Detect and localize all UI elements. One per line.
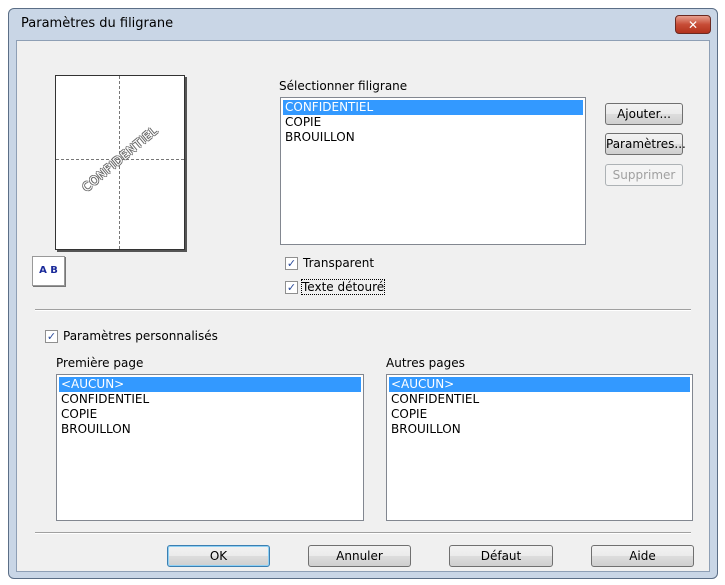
check-icon: ✓ [46, 330, 57, 343]
list-item[interactable]: CONFIDENTIEL [59, 392, 361, 407]
watermark-listbox[interactable]: CONFIDENTIEL COPIE BROUILLON [280, 97, 586, 245]
list-item[interactable]: COPIE [389, 407, 690, 422]
other-pages-listbox[interactable]: <AUCUN> CONFIDENTIEL COPIE BROUILLON [386, 374, 693, 521]
select-watermark-label: Sélectionner filigrane [279, 79, 408, 93]
separator-bottom [35, 532, 691, 534]
list-item[interactable]: <AUCUN> [389, 377, 690, 392]
list-item[interactable]: COPIE [59, 407, 361, 422]
close-icon: ✕ [687, 18, 699, 32]
watermark-preview: CONFIDENTIEL [55, 75, 185, 250]
dialog-title: Paramètres du filigrane [21, 16, 174, 31]
ab-text-icon: A B [32, 256, 65, 286]
first-page-listbox[interactable]: <AUCUN> CONFIDENTIEL COPIE BROUILLON [56, 374, 364, 521]
list-item[interactable]: CONFIDENTIEL [283, 100, 583, 115]
outline-text-checkbox[interactable]: ✓ [285, 281, 298, 294]
check-icon: ✓ [286, 257, 297, 270]
close-button[interactable]: ✕ [675, 15, 711, 34]
custom-settings-label: Paramètres personnalisés [63, 329, 218, 343]
dialog-window: Paramètres du filigrane ✕ CONFIDENTIEL A… [8, 8, 718, 579]
settings-button[interactable]: Paramètres... [605, 133, 686, 155]
transparent-label: Transparent [303, 256, 375, 270]
dialog-client-area: CONFIDENTIEL A B Sélectionner filigrane … [16, 40, 710, 572]
transparent-checkbox[interactable]: ✓ [285, 257, 298, 270]
first-page-label: Première page [56, 356, 144, 370]
list-item[interactable]: BROUILLON [59, 422, 361, 437]
list-item[interactable]: <AUCUN> [59, 377, 361, 392]
list-item[interactable]: BROUILLON [283, 130, 583, 145]
delete-button[interactable]: Supprimer [605, 164, 683, 186]
list-item[interactable]: COPIE [283, 115, 583, 130]
list-item[interactable]: CONFIDENTIEL [389, 392, 690, 407]
add-button[interactable]: Ajouter... [605, 103, 683, 125]
title-bar: Paramètres du filigrane ✕ [9, 9, 717, 39]
custom-settings-checkbox[interactable]: ✓ [45, 330, 58, 343]
separator-top [35, 309, 691, 311]
ab-icon-label: A B [39, 265, 58, 276]
outline-text-label: Texte détouré [300, 279, 386, 295]
default-button[interactable]: Défaut [449, 545, 553, 567]
cancel-button[interactable]: Annuler [308, 545, 411, 567]
check-icon: ✓ [286, 281, 297, 294]
list-item[interactable]: BROUILLON [389, 422, 690, 437]
ok-button[interactable]: OK [167, 545, 270, 567]
other-pages-label: Autres pages [386, 356, 465, 370]
help-button[interactable]: Aide [591, 545, 694, 567]
